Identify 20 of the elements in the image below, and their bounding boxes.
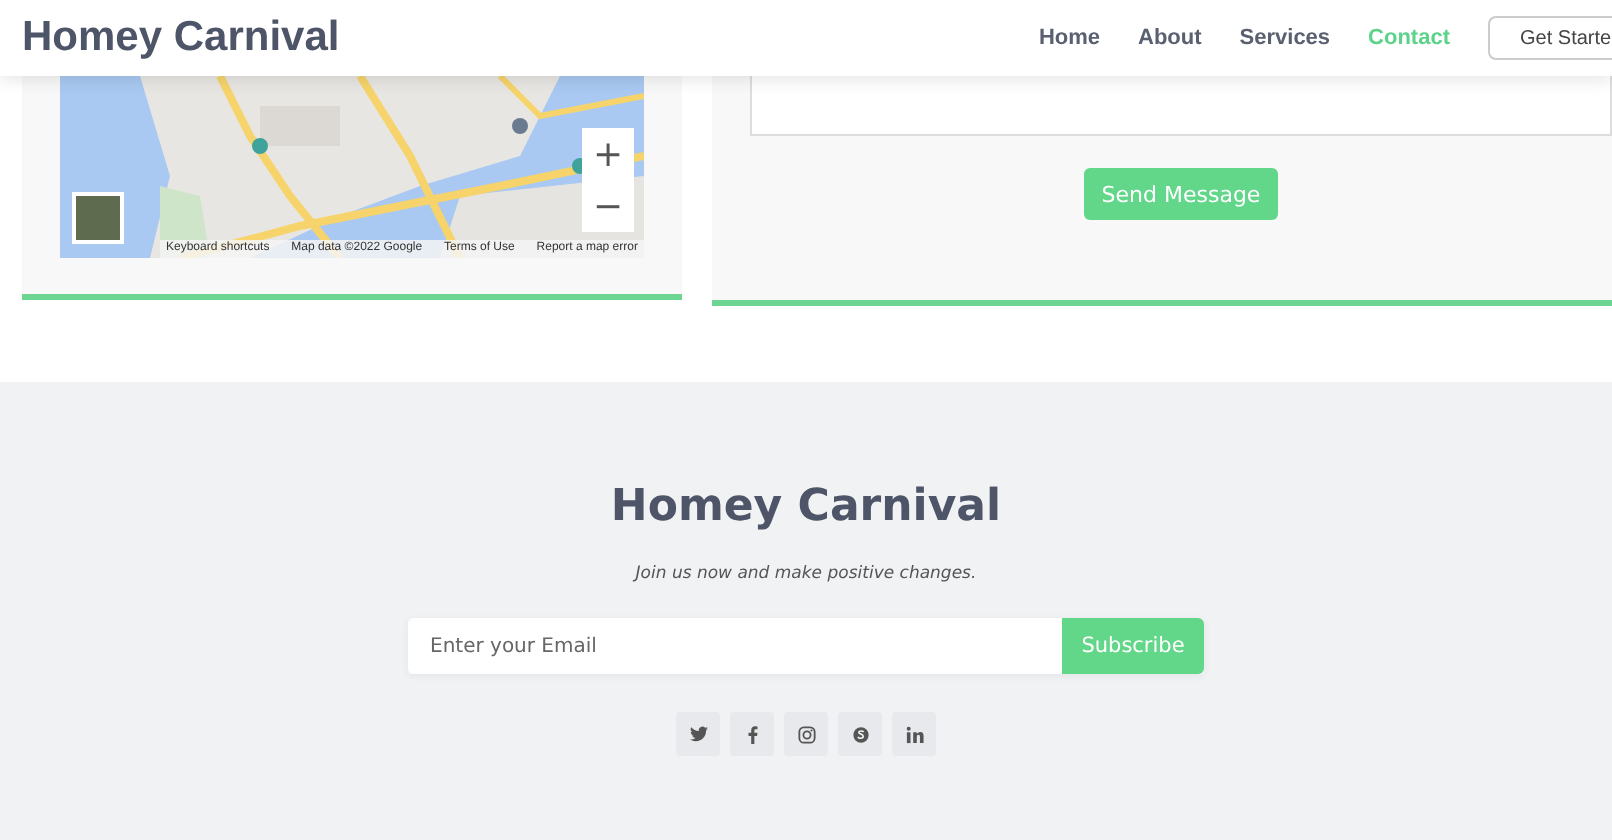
linkedin-icon <box>905 725 923 743</box>
get-started-button[interactable]: Get Starte <box>1488 16 1612 60</box>
instagram-icon <box>797 725 815 743</box>
social-button[interactable] <box>784 712 828 756</box>
nav-link[interactable]: Services <box>1239 26 1331 50</box>
footer-logo-text: Homey Carnival <box>610 482 1002 532</box>
email-field[interactable]: Enter your Email <box>408 618 1062 674</box>
facebook-icon <box>747 725 757 743</box>
tagline: Join us now and make positive changes. <box>635 564 977 584</box>
message-field[interactable] <box>750 76 1612 136</box>
social-button[interactable] <box>676 712 720 756</box>
site-logo-text[interactable]: Homey Carnival <box>22 14 340 62</box>
social-button[interactable] <box>838 712 882 756</box>
map-type-button[interactable] <box>72 192 124 244</box>
twitter-bird-icon <box>689 726 707 742</box>
social-button[interactable] <box>892 712 936 756</box>
nav-link[interactable]: About <box>1138 26 1202 50</box>
skype-icon <box>851 725 869 743</box>
nav-link[interactable]: Home <box>1038 26 1101 50</box>
social-button[interactable] <box>730 712 774 756</box>
